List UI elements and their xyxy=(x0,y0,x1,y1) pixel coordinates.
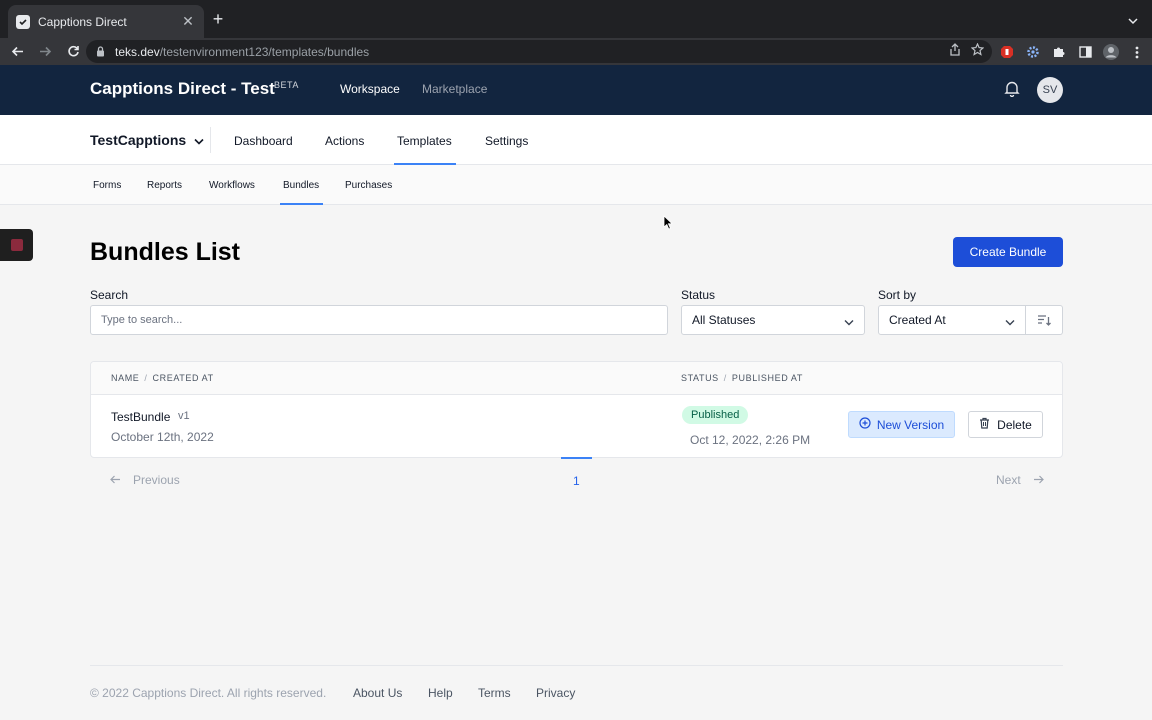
secondary-nav: TestCapptions Dashboard Actions Template… xyxy=(0,115,1152,165)
subnav-workflows[interactable]: Workflows xyxy=(209,180,255,191)
new-tab-icon[interactable]: + xyxy=(208,9,228,29)
sort-direction-icon[interactable] xyxy=(1026,305,1063,335)
beta-badge: BETA xyxy=(274,80,299,90)
previous-page-button[interactable]: Previous xyxy=(110,473,180,487)
search-label: Search xyxy=(90,288,129,302)
tab-close-icon[interactable]: ✕ xyxy=(180,13,196,30)
tab-search-chevron-icon[interactable] xyxy=(1128,12,1138,30)
bundle-version: v1 xyxy=(178,410,190,422)
workspace-selector[interactable]: TestCapptions xyxy=(90,132,204,148)
active-subnav-indicator xyxy=(280,203,323,205)
browser-menu-icon[interactable] xyxy=(1128,43,1146,61)
footer-link-privacy[interactable]: Privacy xyxy=(536,686,575,700)
brand-title[interactable]: Capptions Direct - Test xyxy=(90,79,275,99)
new-version-label: New Version xyxy=(876,417,945,432)
next-page-button[interactable]: Next xyxy=(996,473,1044,487)
nav-dashboard[interactable]: Dashboard xyxy=(234,134,293,148)
footer-copyright: © 2022 Capptions Direct. All rights rese… xyxy=(90,686,327,700)
status-select-value: All Statuses xyxy=(692,313,756,327)
col-created-label: CREATED AT xyxy=(152,373,214,383)
footer-link-terms[interactable]: Terms xyxy=(478,686,511,700)
footer-divider xyxy=(90,665,1063,666)
footer-link-help[interactable]: Help xyxy=(428,686,453,700)
status-badge: Published xyxy=(682,406,749,424)
delete-button[interactable]: Delete xyxy=(968,411,1043,438)
column-header-name[interactable]: NAME / CREATED AT xyxy=(111,373,214,383)
search-input[interactable] xyxy=(90,305,668,335)
record-stop-icon xyxy=(10,239,23,251)
bell-icon[interactable] xyxy=(1004,80,1020,102)
new-version-button[interactable]: New Version xyxy=(848,411,955,438)
browser-tab[interactable]: Capptions Direct ✕ xyxy=(8,5,204,38)
nav-settings[interactable]: Settings xyxy=(485,134,528,148)
adblock-extension-icon[interactable] xyxy=(998,43,1016,61)
nav-divider xyxy=(210,127,211,153)
chevron-down-icon xyxy=(1005,315,1015,329)
workspace-name: TestCapptions xyxy=(90,132,187,148)
tab-title: Capptions Direct xyxy=(38,14,127,29)
url-path: /testenvironment123/templates/bundles xyxy=(159,44,370,59)
topnav-workspace[interactable]: Workspace xyxy=(340,82,400,96)
sort-select[interactable]: Created At xyxy=(878,305,1026,335)
url-host: teks.dev xyxy=(115,44,160,59)
reload-icon[interactable] xyxy=(62,41,84,63)
app-favicon-icon xyxy=(16,14,30,29)
side-recorder-widget[interactable] xyxy=(0,229,33,261)
chevron-down-icon xyxy=(844,315,854,329)
mouse-cursor-icon xyxy=(663,215,673,235)
page-title: Bundles List xyxy=(90,238,241,266)
status-label: Status xyxy=(681,288,716,302)
bundle-created-date: October 12th, 2022 xyxy=(111,430,214,444)
user-avatar[interactable]: SV xyxy=(1037,77,1063,103)
next-label: Next xyxy=(996,473,1021,487)
forward-arrow-icon[interactable] xyxy=(34,41,56,63)
address-bar[interactable]: teks.dev/testenvironment123/templates/bu… xyxy=(86,40,992,63)
table-header: NAME / CREATED AT STATUS / PUBLISHED AT xyxy=(91,362,1062,395)
trash-icon xyxy=(979,417,990,432)
browser-toolbar: teks.dev/testenvironment123/templates/bu… xyxy=(0,38,1152,65)
delete-label: Delete xyxy=(997,417,1032,432)
subnav-bundles[interactable]: Bundles xyxy=(283,180,319,191)
col-name-label: NAME xyxy=(111,373,140,383)
chevron-down-icon xyxy=(194,132,204,148)
sort-select-value: Created At xyxy=(889,313,946,327)
nav-actions[interactable]: Actions xyxy=(325,134,364,148)
bundles-table: NAME / CREATED AT STATUS / PUBLISHED AT Test… xyxy=(90,361,1063,458)
arrow-right-icon xyxy=(1033,473,1044,487)
current-page-indicator xyxy=(561,457,592,459)
subnav-purchases[interactable]: Purchases xyxy=(345,180,392,191)
bundle-published-date: Oct 12, 2022, 2:26 PM xyxy=(690,433,811,447)
extensions-area xyxy=(998,41,1146,63)
column-header-status[interactable]: STATUS / PUBLISHED AT xyxy=(681,373,803,383)
table-row[interactable]: TestBundle v1 October 12th, 2022 Publish… xyxy=(91,395,1062,457)
sort-label: Sort by xyxy=(878,288,917,302)
status-select[interactable]: All Statuses xyxy=(681,305,865,335)
footer-link-about[interactable]: About Us xyxy=(353,686,402,700)
lock-icon xyxy=(96,46,105,57)
sub-nav: Forms Reports Workflows Bundles Purchase… xyxy=(0,165,1152,205)
topnav-marketplace[interactable]: Marketplace xyxy=(422,82,487,96)
create-bundle-button[interactable]: Create Bundle xyxy=(953,237,1063,267)
subnav-forms[interactable]: Forms xyxy=(93,180,121,191)
sidebar-toggle-icon[interactable] xyxy=(1076,43,1094,61)
bundle-name[interactable]: TestBundle xyxy=(111,410,170,424)
bookmark-star-icon[interactable] xyxy=(970,42,985,61)
puzzle-extensions-icon[interactable] xyxy=(1050,43,1068,61)
back-arrow-icon[interactable] xyxy=(6,41,28,63)
arrow-left-icon xyxy=(110,473,121,487)
share-icon[interactable] xyxy=(949,42,961,61)
app-header: Capptions Direct - Test BETA Workspace M… xyxy=(0,65,1152,115)
nav-templates[interactable]: Templates xyxy=(397,134,452,148)
col-published-label: PUBLISHED AT xyxy=(731,373,803,383)
profile-avatar-icon[interactable] xyxy=(1102,43,1120,61)
previous-label: Previous xyxy=(133,473,180,487)
plus-circle-icon xyxy=(859,417,871,432)
col-status-label: STATUS xyxy=(681,373,719,383)
page-number[interactable]: 1 xyxy=(573,474,580,488)
subnav-reports[interactable]: Reports xyxy=(147,180,182,191)
browser-tab-strip: Capptions Direct ✕ + xyxy=(0,0,1152,38)
gear-extension-icon[interactable] xyxy=(1024,43,1042,61)
